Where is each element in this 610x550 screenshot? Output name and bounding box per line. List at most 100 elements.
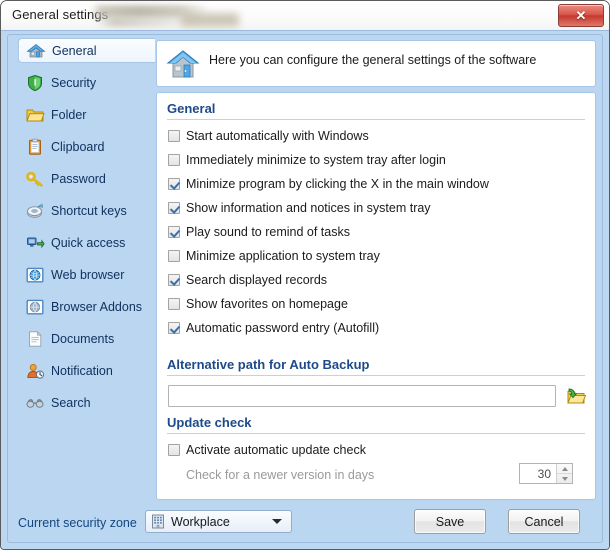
option-label-1: Immediately minimize to system tray afte…: [186, 152, 446, 167]
sidebar-item-label: Quick access: [51, 235, 126, 250]
sidebar-item-quick-access[interactable]: Quick access: [18, 230, 150, 255]
globe-addon-icon: [26, 299, 44, 314]
sidebar-item-shortcut-keys[interactable]: Shortcut keys: [18, 198, 150, 223]
sidebar-item-label: Web browser: [51, 267, 125, 282]
settings-panel: General Start automatically with Windows…: [156, 92, 596, 500]
info-banner: Here you can configure the general setti…: [156, 40, 596, 87]
sidebar-item-label: Security: [51, 75, 97, 90]
option-checkbox-0[interactable]: [168, 129, 180, 142]
user-clock-icon: [27, 363, 45, 379]
option-label-0: Start automatically with Windows: [186, 128, 369, 143]
backup-path-input[interactable]: [168, 385, 556, 407]
key-icon: [26, 171, 43, 187]
sidebar-item-label: Search: [51, 395, 91, 410]
stepper-up-button[interactable]: [557, 464, 572, 474]
security-zone-value: Workplace: [171, 514, 230, 529]
stepper-down-button[interactable]: [557, 474, 572, 483]
keyboard-keys-icon: [27, 203, 44, 218]
option-checkbox-4[interactable]: [168, 225, 180, 238]
option-row-3[interactable]: Show information and notices in system t…: [168, 199, 431, 216]
sidebar-item-label: Documents: [51, 331, 115, 346]
option-label-4: Play sound to remind of tasks: [186, 224, 350, 239]
option-checkbox-8[interactable]: [168, 321, 180, 334]
security-zone-label: Current security zone: [18, 516, 137, 530]
globe-icon: [26, 267, 44, 282]
shield-icon: [28, 74, 42, 91]
stepper-arrows[interactable]: [556, 464, 572, 483]
update-group-heading: Update check: [167, 415, 252, 430]
sidebar-item-clipboard[interactable]: Clipboard: [18, 134, 150, 159]
settings-window-screenshot: General settings ✕ General Security Folder…: [0, 0, 610, 550]
activate-auto-update-checkbox-row[interactable]: Activate automatic update check: [168, 441, 366, 458]
activate-auto-update-checkbox[interactable]: [168, 443, 180, 456]
sidebar-item-label: Browser Addons: [51, 299, 143, 314]
info-banner-text: Here you can configure the general setti…: [209, 53, 537, 67]
option-checkbox-7[interactable]: [168, 297, 180, 310]
sidebar-item-label: Notification: [51, 363, 113, 378]
sidebar-item-web-browser[interactable]: Web browser: [18, 262, 150, 287]
option-checkbox-6[interactable]: [168, 273, 180, 286]
backup-group-heading: Alternative path for Auto Backup: [167, 357, 370, 372]
sidebar-item-label: Clipboard: [51, 139, 105, 154]
option-checkbox-1[interactable]: [168, 153, 180, 166]
sidebar-item-label: Password: [51, 171, 106, 186]
option-row-6[interactable]: Search displayed records: [168, 271, 327, 288]
update-interval-value: 30: [537, 466, 551, 481]
update-interval-label: Check for a newer version in days: [186, 468, 375, 482]
option-row-4[interactable]: Play sound to remind of tasks: [168, 223, 350, 240]
sidebar-item-password[interactable]: Password: [18, 166, 150, 191]
content-area: Here you can configure the general setti…: [150, 35, 602, 504]
security-zone-dropdown[interactable]: Workplace: [145, 510, 292, 533]
title-bar: General settings ✕: [1, 1, 609, 30]
binoculars-icon: [26, 398, 44, 408]
general-group-heading: General: [167, 101, 216, 116]
chevron-down-icon: [561, 476, 568, 481]
option-row-2[interactable]: Minimize program by clicking the X in th…: [168, 175, 489, 192]
sidebar-item-label: General: [52, 43, 97, 58]
chevron-down-icon: [272, 519, 282, 524]
option-row-1[interactable]: Immediately minimize to system tray afte…: [168, 151, 446, 168]
sidebar-item-folder[interactable]: Folder: [18, 102, 150, 127]
sidebar-item-search[interactable]: Search: [18, 390, 150, 415]
update-group-divider: [167, 433, 585, 434]
option-row-0[interactable]: Start automatically with Windows: [168, 127, 369, 144]
general-settings-window: General settings ✕ General Security Folder…: [0, 0, 610, 550]
sidebar-item-general[interactable]: General: [18, 38, 155, 63]
sidebar-item-security[interactable]: Security: [18, 70, 150, 95]
sidebar-item-notification[interactable]: Notification: [18, 358, 150, 383]
save-button[interactable]: Save: [414, 509, 486, 534]
building-icon: [152, 514, 164, 529]
cancel-button[interactable]: Cancel: [508, 509, 580, 534]
body-inner-frame: General Security Folder Clipboard Password Sh…: [7, 34, 603, 543]
sidebar-item-documents[interactable]: Documents: [18, 326, 150, 351]
backup-group-divider: [167, 375, 585, 376]
option-checkbox-2[interactable]: [168, 177, 180, 190]
window-body: General Security Folder Clipboard Password Sh…: [1, 30, 609, 549]
option-label-3: Show information and notices in system t…: [186, 200, 431, 215]
close-icon: ✕: [575, 7, 587, 23]
option-row-7[interactable]: Show favorites on homepage: [168, 295, 348, 312]
browse-folder-button[interactable]: [565, 385, 587, 407]
house-icon: [166, 50, 200, 78]
option-checkbox-5[interactable]: [168, 249, 180, 262]
option-label-2: Minimize program by clicking the X in th…: [186, 176, 489, 191]
option-row-8[interactable]: Automatic password entry (Autofill): [168, 319, 379, 336]
general-group-divider: [167, 119, 585, 120]
update-interval-stepper[interactable]: 30: [519, 463, 573, 484]
chevron-up-icon: [561, 466, 568, 471]
sidebar-item-label: Shortcut keys: [51, 203, 127, 218]
close-button[interactable]: ✕: [558, 4, 604, 27]
sidebar-item-label: Folder: [51, 107, 87, 122]
sidebar-item-browser-addons[interactable]: Browser Addons: [18, 294, 150, 319]
option-label-8: Automatic password entry (Autofill): [186, 320, 380, 335]
sidebar: General Security Folder Clipboard Password Sh…: [8, 35, 155, 542]
activate-auto-update-label: Activate automatic update check: [186, 442, 366, 457]
option-checkbox-3[interactable]: [168, 201, 180, 214]
option-row-5[interactable]: Minimize application to system tray: [168, 247, 380, 264]
folder-icon: [26, 109, 45, 121]
document-icon: [29, 330, 42, 347]
option-label-5: Minimize application to system tray: [186, 248, 380, 263]
option-label-7: Show favorites on homepage: [186, 296, 348, 311]
quick-access-icon: [27, 237, 45, 248]
redacted-title-text-tertiary: [181, 13, 239, 27]
